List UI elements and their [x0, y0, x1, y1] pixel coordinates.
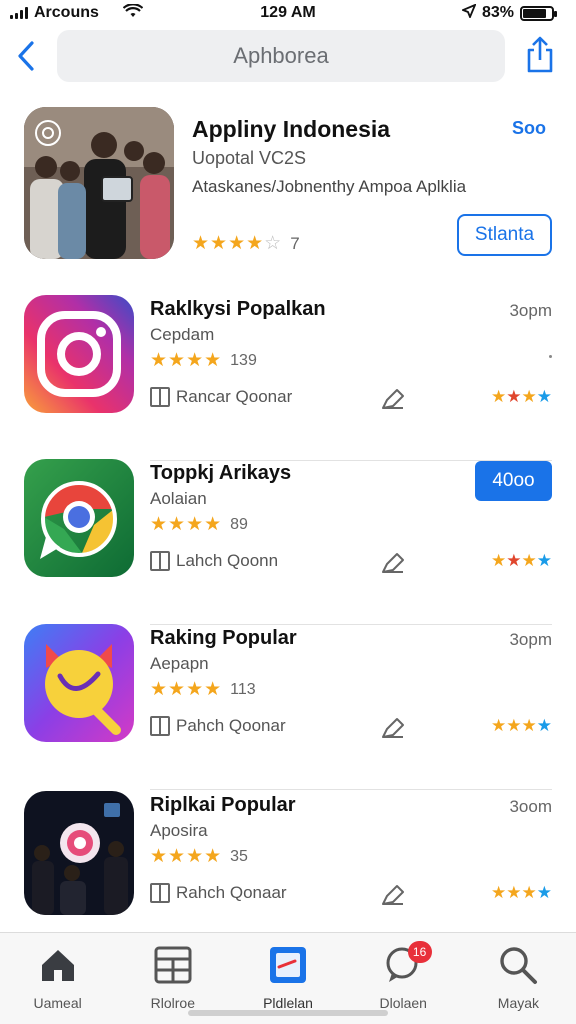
- featured-description: Ataskanes/Jobnenthy Ampoa Aplklia: [192, 177, 467, 196]
- app-subtitle: Aposira: [150, 821, 208, 840]
- star-rating: ★★★★☆: [192, 233, 283, 254]
- status-right: 83%: [460, 2, 557, 23]
- list-item[interactable]: Raklkysi Popalkan Cepdam ★★★★ 139 3opm R…: [0, 295, 576, 461]
- edit-icon[interactable]: [380, 387, 406, 411]
- book-icon: [150, 551, 170, 571]
- app-subtitle: Aepapn: [150, 654, 209, 673]
- featured-action-button[interactable]: Stlanta: [457, 214, 552, 256]
- wifi-icon: [122, 2, 144, 23]
- app-rating: ★★★★ 113: [150, 678, 256, 701]
- app-time: 3opm: [509, 301, 552, 320]
- status-bar: Arcouns 129 AM 83%: [0, 0, 576, 26]
- mini-star-rating: ★★★★: [491, 883, 552, 902]
- instagram-style-icon: [24, 295, 134, 413]
- tab-label: Dlolaen: [379, 995, 427, 1011]
- home-indicator[interactable]: [188, 1010, 388, 1016]
- app-rating: ★★★★ 89: [150, 513, 248, 536]
- app-name: Raking Popular: [150, 627, 297, 649]
- featured-image: [24, 107, 174, 259]
- get-button[interactable]: 40oo: [475, 461, 552, 501]
- search-header: Aphborea: [0, 28, 576, 86]
- tab-bar: Uameal Rlolroe Pldlelan 16 Dlolaen Mayak: [0, 932, 576, 1024]
- grid-icon: [154, 946, 192, 984]
- book-icon: [150, 387, 170, 407]
- app-subtitle: Cepdam: [150, 325, 215, 344]
- app-name: Riplkai Popular: [150, 794, 296, 816]
- app-meta: Lahch Qoonn: [150, 551, 278, 571]
- battery-percent: 83%: [481, 4, 514, 21]
- app-meta: Rancar Qoonar: [150, 387, 292, 407]
- star-rating: ★★★★: [150, 846, 223, 867]
- search-placeholder: Aphborea: [233, 43, 329, 68]
- app-rating-count: 113: [230, 680, 256, 698]
- app-meta-label: Lahch Qoonn: [176, 551, 279, 570]
- list-item[interactable]: Toppkj Arikays Aolaian ★★★★ 89 40oo Lahc…: [0, 459, 576, 625]
- app-rating: ★★★★ 35: [150, 845, 248, 868]
- tab-label: Mayak: [497, 995, 540, 1011]
- tab-home[interactable]: Uameal: [0, 933, 115, 1024]
- tab-search[interactable]: Mayak: [461, 933, 576, 1024]
- edit-icon[interactable]: [380, 883, 406, 907]
- back-button[interactable]: [12, 38, 40, 74]
- app-meta: Pahch Qoonar: [150, 716, 286, 736]
- tab-label: Rlolroe: [150, 995, 195, 1011]
- apps-icon: [270, 947, 306, 983]
- tab-label: Uameal: [33, 995, 82, 1011]
- app-name: Toppkj Arikays: [150, 462, 292, 484]
- featured-version: Uopotal VC2S: [192, 148, 307, 168]
- star-rating: ★★★★: [150, 514, 223, 535]
- app-meta-label: Rahch Qonaar: [176, 883, 287, 902]
- list-item[interactable]: Raking Popular Aepapn ★★★★ 113 3opm Pahc…: [0, 624, 576, 790]
- featured-rating: ★★★★☆ 7: [192, 232, 300, 255]
- featured-app[interactable]: Appliny Indonesia Uopotal VC2S Ataskanes…: [0, 104, 576, 264]
- mini-star-rating: ★★★★: [491, 551, 552, 570]
- carrier-label: Arcouns: [34, 4, 99, 21]
- app-rating-count: 139: [230, 351, 257, 369]
- app-rating: ★★★★ 139: [150, 349, 257, 372]
- divider: [150, 789, 552, 790]
- book-icon: [150, 716, 170, 736]
- location-arrow-icon: [460, 2, 477, 23]
- mini-star-rating: ★★★★: [491, 716, 552, 735]
- app-time: 3oom: [509, 797, 552, 816]
- app-meta-label: Pahch Qoonar: [176, 716, 286, 735]
- status-left: Arcouns: [10, 2, 144, 23]
- app-meta: Rahch Qonaar: [150, 883, 287, 903]
- star-rating: ★★★★: [150, 350, 223, 371]
- app-time: 3opm: [509, 630, 552, 649]
- see-all-link[interactable]: Soo: [512, 118, 546, 139]
- app-rating-count: 35: [230, 847, 248, 865]
- list-item[interactable]: Riplkai Popular Aposira ★★★★ 35 3oom Rah…: [0, 791, 576, 929]
- tab-label: Pldlelan: [263, 995, 313, 1011]
- app-rating-count: 89: [230, 515, 248, 533]
- search-input[interactable]: Aphborea: [57, 30, 505, 82]
- share-button[interactable]: [524, 36, 556, 74]
- photo-app-icon: [24, 791, 134, 915]
- book-icon: [150, 883, 170, 903]
- notification-badge: 16: [407, 941, 432, 963]
- edit-icon[interactable]: [380, 716, 406, 740]
- app-subtitle: Aolaian: [150, 489, 207, 508]
- featured-title: Appliny Indonesia: [192, 116, 391, 142]
- featured-rating-count: 7: [290, 233, 300, 253]
- dot-indicator: [549, 355, 552, 358]
- chrome-style-icon: [24, 459, 134, 577]
- search-icon: [500, 947, 538, 984]
- game-app-icon: [24, 624, 134, 742]
- star-rating: ★★★★: [150, 679, 223, 700]
- home-icon: [41, 950, 74, 981]
- app-name: Raklkysi Popalkan: [150, 298, 326, 320]
- battery-icon: [520, 5, 557, 21]
- battery-level: [523, 8, 547, 18]
- app-meta-label: Rancar Qoonar: [176, 387, 293, 406]
- edit-icon[interactable]: [380, 551, 406, 575]
- share-icon: [527, 36, 553, 73]
- chevron-left-icon: [18, 41, 34, 71]
- mini-star-rating: ★★★★: [491, 387, 552, 406]
- signal-icon: [10, 7, 28, 19]
